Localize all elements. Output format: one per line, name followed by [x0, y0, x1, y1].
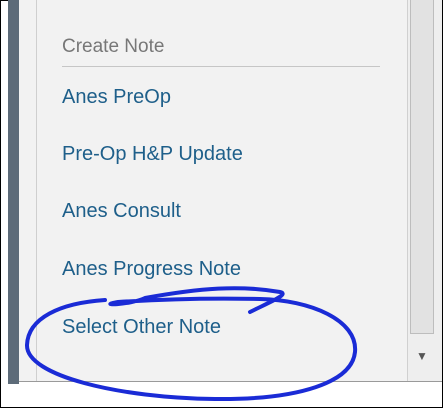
menu-item-pre-op-hp-update[interactable]: Pre-Op H&P Update	[62, 143, 243, 166]
menu-divider	[62, 66, 380, 67]
panel-divider	[36, 0, 37, 381]
scrollbar-thumb[interactable]	[410, 0, 434, 334]
menu-item-anes-preop[interactable]: Anes PreOp	[62, 86, 171, 109]
menu-item-anes-consult[interactable]: Anes Consult	[62, 200, 181, 223]
scroll-down-arrow-icon[interactable]: ▼	[410, 342, 434, 370]
left-edge-bar	[8, 0, 19, 384]
menu-header: Create Note	[62, 36, 165, 57]
menu-item-anes-progress-note[interactable]: Anes Progress Note	[62, 258, 241, 281]
menu-item-select-other-note[interactable]: Select Other Note	[62, 316, 221, 339]
